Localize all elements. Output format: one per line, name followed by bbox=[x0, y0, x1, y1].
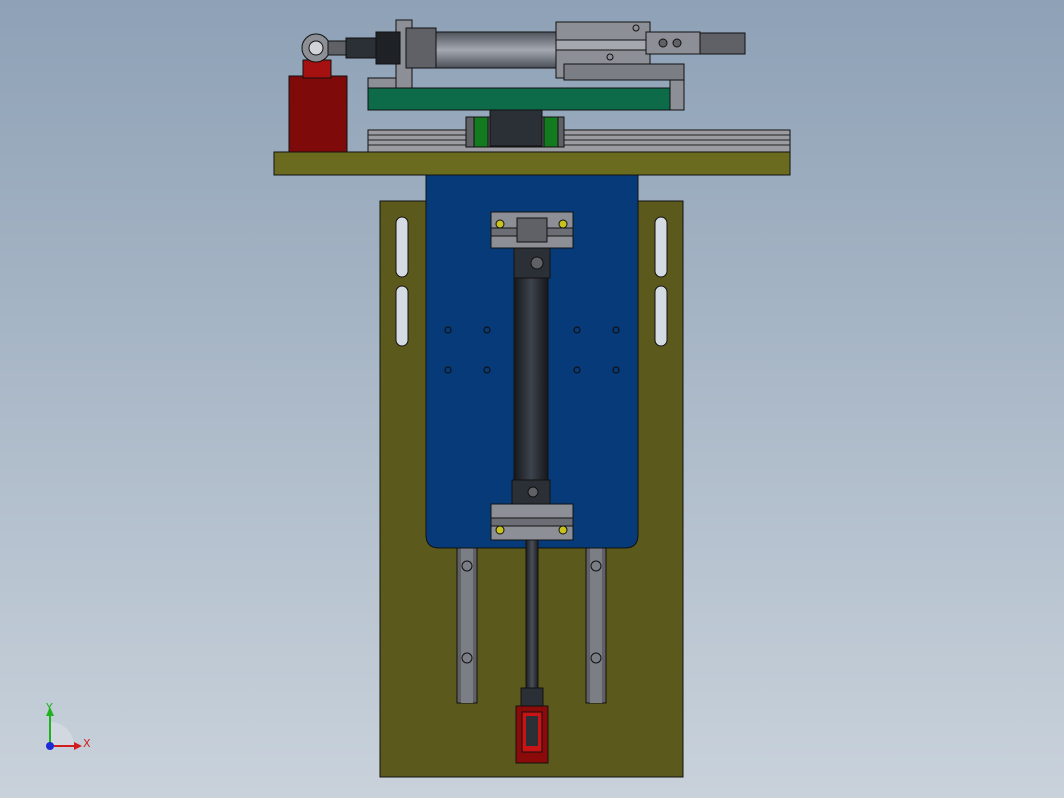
cad-viewport[interactable]: Y X bbox=[0, 0, 1064, 798]
origin-dot bbox=[46, 742, 54, 750]
linear-guide-rail[interactable] bbox=[367, 109, 791, 153]
x-axis-label: X bbox=[83, 737, 91, 750]
slot-right-lower bbox=[654, 285, 668, 347]
slot-left-lower bbox=[395, 285, 409, 347]
slot-right-upper bbox=[654, 216, 668, 278]
x-axis-arrow bbox=[74, 742, 82, 750]
slot-left-upper bbox=[395, 216, 409, 278]
top-plate[interactable] bbox=[273, 151, 791, 176]
horizontal-cylinder[interactable] bbox=[345, 19, 746, 89]
bottom-clevis[interactable] bbox=[515, 687, 549, 764]
mounting-block[interactable] bbox=[288, 33, 348, 153]
y-axis-label: Y bbox=[45, 701, 53, 714]
coordinate-triad: Y X bbox=[45, 701, 91, 750]
